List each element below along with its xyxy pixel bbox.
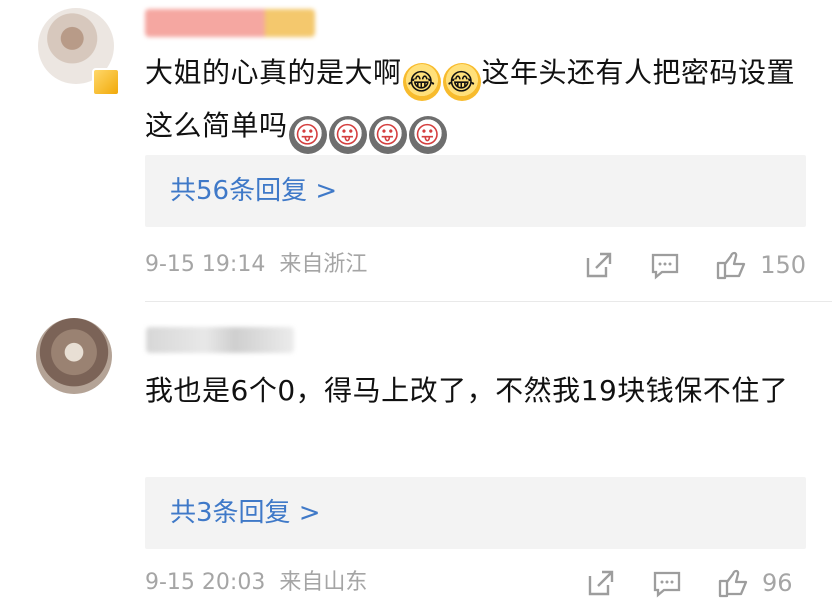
- like-icon[interactable]: [712, 246, 750, 284]
- dog-emoji-icon: 😛: [408, 116, 447, 154]
- comment-text-part: 大姐的心真的是大啊: [145, 56, 402, 89]
- share-icon[interactable]: [580, 246, 618, 284]
- comment-divider: [145, 301, 832, 302]
- comment-location: 来自山东: [279, 570, 368, 595]
- comment-actions: 150: [552, 245, 806, 285]
- avatar[interactable]: [36, 318, 112, 394]
- comment-time: 9-15 19:14: [145, 252, 266, 277]
- laugh-emoji-icon: 😂: [442, 63, 481, 101]
- blurred-username[interactable]: [146, 327, 294, 353]
- comment-icon[interactable]: [648, 564, 686, 602]
- like-count: 150: [760, 251, 806, 279]
- dog-emoji-icon: 😛: [288, 116, 327, 154]
- comment-meta: 9-15 19:14 来自浙江: [145, 250, 367, 280]
- comment-text: 我也是6个0，得马上改了，不然我19块钱保不住了: [145, 374, 789, 407]
- replies-link[interactable]: 共3条回复 >: [145, 477, 806, 549]
- like-icon[interactable]: [714, 564, 752, 602]
- share-icon[interactable]: [582, 564, 620, 602]
- laugh-emoji-icon: 😂: [402, 63, 441, 101]
- verified-badge: [92, 68, 120, 96]
- comment-meta: 9-15 20:03 来自山东: [145, 568, 367, 598]
- like-count: 96: [762, 569, 793, 597]
- blurred-username[interactable]: [145, 9, 315, 37]
- comment-text: 大姐的心真的是大啊 😂 😂 这年头还有人把密码设置这么简单吗 😛 😛 😛 😛: [145, 48, 805, 154]
- comment-time: 9-15 20:03: [145, 570, 266, 595]
- dog-emoji-icon: 😛: [328, 116, 367, 154]
- dog-emoji-icon: 😛: [368, 116, 407, 154]
- comment-actions: 96: [554, 563, 806, 603]
- comment-location: 来自浙江: [279, 252, 368, 277]
- comment-icon[interactable]: [646, 246, 684, 284]
- replies-link[interactable]: 共56条回复 >: [145, 155, 806, 227]
